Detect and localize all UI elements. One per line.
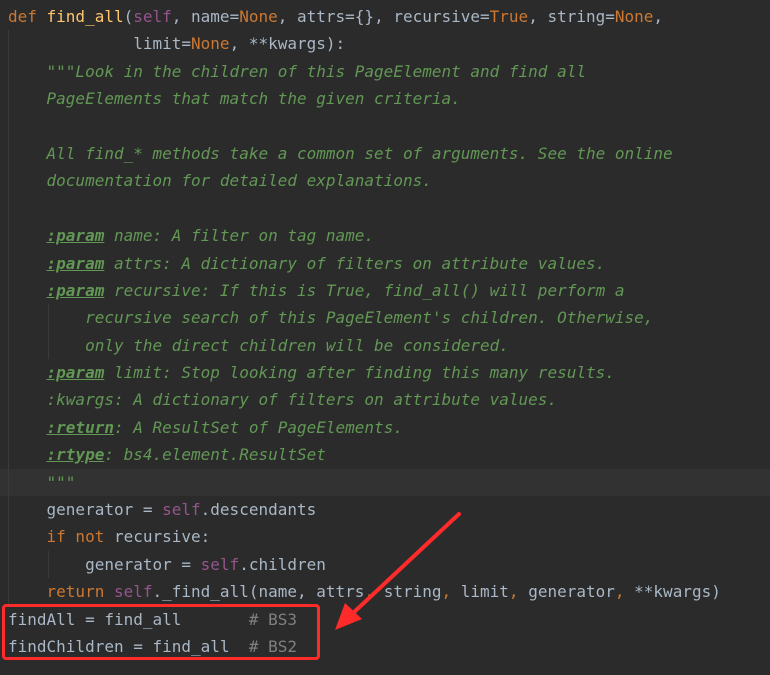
arrow-annotation [335, 512, 461, 630]
